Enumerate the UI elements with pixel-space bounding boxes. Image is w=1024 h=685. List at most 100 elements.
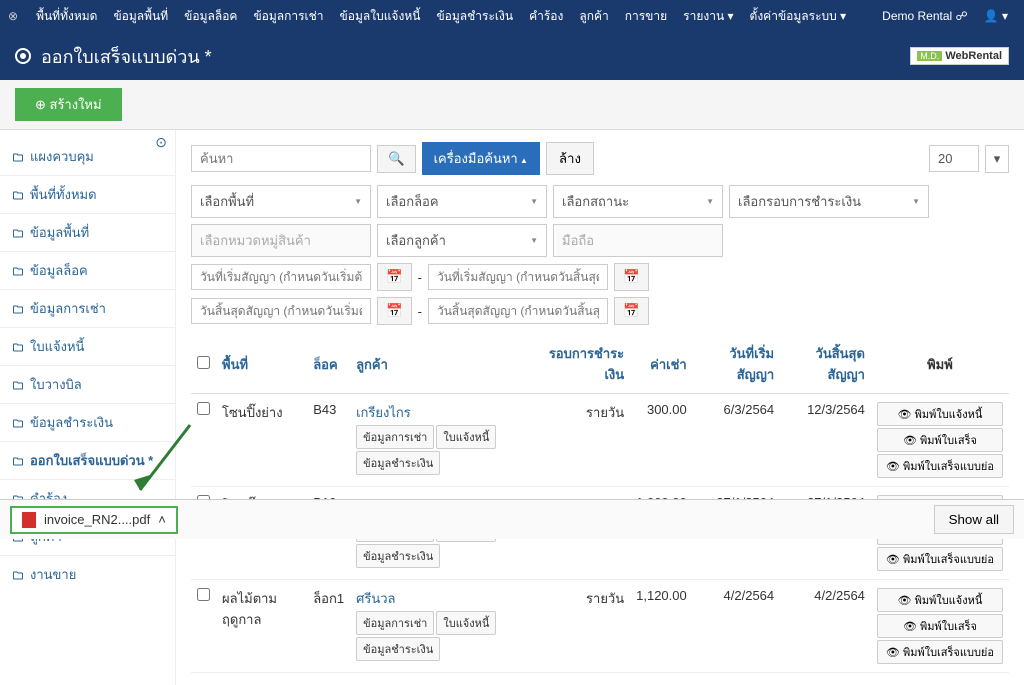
date-start-to[interactable] — [428, 264, 608, 290]
search-tools-button[interactable]: เครื่องมือค้นหา — [422, 142, 540, 175]
print-receipt-button[interactable]: 👁 พิมพ์ใบเสร็จ — [877, 428, 1003, 452]
table-row: ผลไม้ตามฤดูกาลล็อก1 ศรีนวลข้อมูลการเช่าใบ… — [191, 580, 1009, 673]
sidebar-item[interactable]: ข้อมูลพื้นที่ — [0, 213, 175, 251]
col-area[interactable]: พื้นที่ — [216, 335, 307, 394]
cell-start: 6/3/2564 — [693, 394, 780, 487]
topnav-item[interactable]: พื้นที่ทั้งหมด — [28, 9, 105, 23]
sidebar-item[interactable]: ใบแจ้งหนี้ — [0, 327, 175, 365]
user-icon[interactable]: 👤 ▾ — [976, 9, 1016, 23]
tag-rent[interactable]: ข้อมูลการเช่า — [356, 425, 434, 449]
calendar-icon[interactable]: 📅 — [377, 297, 412, 325]
print-invoice-button[interactable]: 👁 พิมพ์ใบแจ้งหนี้ — [877, 402, 1003, 426]
cell-end: 4/2/2564 — [780, 580, 871, 673]
tag-pay[interactable]: ข้อมูลชำระเงิน — [356, 544, 440, 568]
topnav-item[interactable]: ข้อมูลชำระเงิน — [428, 9, 521, 23]
filter-customer[interactable]: เลือกลูกค้า — [377, 224, 547, 257]
page-title: ออกใบเสร็จแบบด่วน * — [41, 42, 910, 71]
topnav-item[interactable]: ข้อมูลการเช่า — [245, 9, 331, 23]
chevron-up-icon[interactable]: ˄ — [158, 512, 166, 527]
filter-area[interactable]: เลือกพื้นที่ — [191, 185, 371, 218]
main-content: 🔍 เครื่องมือค้นหา ล้าง 20 ▾ เลือกพื้นที่… — [175, 130, 1024, 685]
col-start[interactable]: วันที่เริ่มสัญญา — [693, 335, 780, 394]
topnav-item[interactable]: ลูกค้า — [571, 9, 616, 23]
col-print: พิมพ์ — [871, 335, 1009, 394]
cell-lock: ล็อก1 — [307, 580, 350, 673]
cell-rent: 1,120.00 — [630, 580, 693, 673]
col-end[interactable]: วันสิ้นสุดสัญญา — [780, 335, 871, 394]
cell-area: ผลไม้ตามฤดูกาล — [216, 580, 307, 673]
cell-end: 12/3/2564 — [780, 394, 871, 487]
sidebar-item[interactable]: พื้นที่ทั้งหมด — [0, 175, 175, 213]
calendar-icon[interactable]: 📅 — [377, 263, 412, 291]
topnav-item[interactable]: รายงาน ▾ — [675, 9, 741, 23]
pdf-icon — [22, 512, 36, 528]
sidebar-item[interactable]: ข้อมูลชำระเงิน — [0, 403, 175, 441]
sidebar-item[interactable]: ข้อมูลล็อค — [0, 251, 175, 289]
sidebar: ⊙ แผงควบคุมพื้นที่ทั้งหมดข้อมูลพื้นที่ข้… — [0, 130, 175, 685]
show-all-button[interactable]: Show all — [934, 505, 1014, 534]
date-end-from[interactable] — [191, 298, 371, 324]
page-size-caret[interactable]: ▾ — [985, 145, 1009, 173]
row-checkbox[interactable] — [197, 402, 210, 415]
page-header: ออกใบเสร็จแบบด่วน * M.D. WebRental — [0, 32, 1024, 80]
toolbar: สร้างใหม่ — [0, 80, 1024, 130]
cell-area: โซนปิ๊งย่าง — [216, 394, 307, 487]
tag-invoice[interactable]: ใบแจ้งหนี้ — [436, 611, 496, 635]
cell-lock: B43 — [307, 394, 350, 487]
tag-rent[interactable]: ข้อมูลการเช่า — [356, 611, 434, 635]
print-receipt-button[interactable]: 👁 พิมพ์ใบเสร็จ — [877, 614, 1003, 638]
top-navbar: ⊗ พื้นที่ทั้งหมดข้อมูลพื้นที่ข้อมูลล็อคข… — [0, 0, 1024, 32]
col-customer[interactable]: ลูกค้า — [350, 335, 541, 394]
page-size-select[interactable]: 20 — [929, 145, 979, 172]
filter-round[interactable]: เลือกรอบการชำระเงิน — [729, 185, 929, 218]
print-mini-button[interactable]: 👁 พิมพ์ใบเสร็จแบบย่อ — [877, 454, 1003, 478]
joomla-icon[interactable]: ⊗ — [8, 9, 18, 23]
print-mini-button[interactable]: 👁 พิมพ์ใบเสร็จแบบย่อ — [877, 640, 1003, 664]
customer-link[interactable]: เกรียงไกร — [356, 405, 411, 420]
sidebar-item[interactable]: ใบวางบิล — [0, 365, 175, 403]
calendar-icon[interactable]: 📅 — [614, 263, 649, 291]
col-rent[interactable]: ค่าเช่า — [630, 335, 693, 394]
page-icon — [15, 48, 31, 64]
date-end-to[interactable] — [428, 298, 608, 324]
new-button[interactable]: สร้างใหม่ — [15, 88, 122, 121]
topnav-item[interactable]: ข้อมูลใบแจ้งหนี้ — [332, 9, 429, 23]
col-lock[interactable]: ล็อค — [307, 335, 350, 394]
tenant-switcher[interactable]: Demo Rental ☍ — [874, 9, 976, 23]
sidebar-item[interactable]: ออกใบเสร็จแบบด่วน * — [0, 441, 175, 479]
cell-rent: 300.00 — [630, 394, 693, 487]
topnav-item[interactable]: ข้อมูลล็อค — [176, 9, 245, 23]
sidebar-item[interactable]: ข้อมูลการเช่า — [0, 289, 175, 327]
col-round[interactable]: รอบการชำระเงิน — [541, 335, 630, 394]
tag-invoice[interactable]: ใบแจ้งหนี้ — [436, 425, 496, 449]
filter-lock[interactable]: เลือกล็อค — [377, 185, 547, 218]
sidebar-item[interactable]: แผงควบคุม — [0, 138, 175, 175]
cell-round: รายวัน — [541, 394, 630, 487]
topnav-item[interactable]: ข้อมูลพื้นที่ — [105, 9, 176, 23]
calendar-icon[interactable]: 📅 — [614, 297, 649, 325]
filter-category: เลือกหมวดหมู่สินค้า — [191, 224, 371, 257]
row-checkbox[interactable] — [197, 588, 210, 601]
select-all-checkbox[interactable] — [197, 356, 210, 369]
tag-pay[interactable]: ข้อมูลชำระเงิน — [356, 451, 440, 475]
print-invoice-button[interactable]: 👁 พิมพ์ใบแจ้งหนี้ — [877, 588, 1003, 612]
sidebar-item[interactable]: งานขาย — [0, 555, 175, 593]
date-start-from[interactable] — [191, 264, 371, 290]
cell-round: รายวัน — [541, 580, 630, 673]
search-input[interactable] — [191, 145, 371, 172]
tag-pay[interactable]: ข้อมูลชำระเงิน — [356, 637, 440, 661]
filter-status[interactable]: เลือกสถานะ — [553, 185, 723, 218]
print-mini-button[interactable]: 👁 พิมพ์ใบเสร็จแบบย่อ — [877, 547, 1003, 571]
download-chip[interactable]: invoice_RN2....pdf ˄ — [10, 506, 178, 534]
topnav-item[interactable]: ตั้งค่าข้อมูลระบบ ▾ — [742, 9, 855, 23]
topnav-item[interactable]: คำร้อง — [521, 9, 571, 23]
search-button[interactable]: 🔍 — [377, 145, 416, 173]
logo: M.D. WebRental — [910, 47, 1009, 65]
table-row: โซนปิ๊งย่างB43 เกรียงไกรข้อมูลการเช่าใบแจ… — [191, 394, 1009, 487]
cell-start: 4/2/2564 — [693, 580, 780, 673]
customer-link[interactable]: ศรีนวล — [356, 591, 395, 606]
download-filename: invoice_RN2....pdf — [44, 512, 150, 527]
topnav-item[interactable]: การขาย — [617, 9, 675, 23]
collapse-sidebar-icon[interactable]: ⊙ — [155, 134, 167, 151]
clear-button[interactable]: ล้าง — [546, 142, 594, 175]
